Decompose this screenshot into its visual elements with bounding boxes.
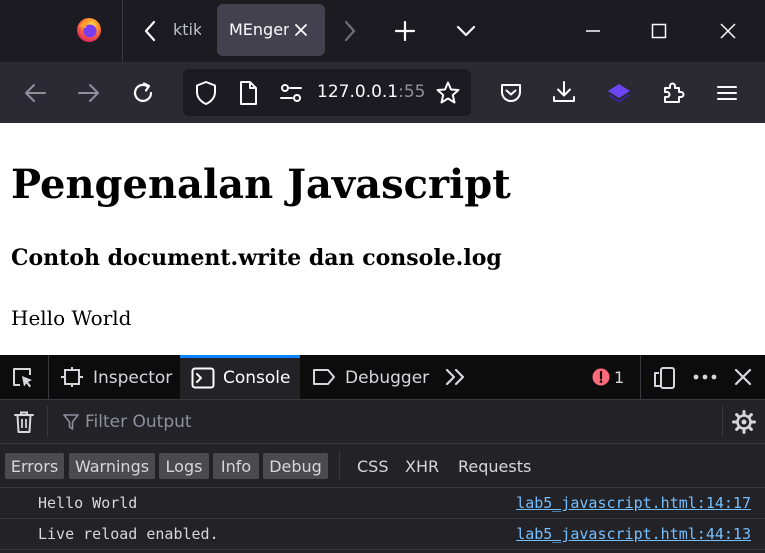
level-debug-button[interactable]: Debug xyxy=(263,453,328,479)
toolbar-separator xyxy=(47,406,48,437)
responsive-design-mode-icon[interactable] xyxy=(652,366,678,390)
debugger-icon[interactable] xyxy=(312,367,336,387)
tab-debugger[interactable]: Debugger xyxy=(345,368,429,388)
console-settings-gear-icon[interactable] xyxy=(731,409,757,435)
toolbar-separator xyxy=(339,450,340,481)
filter-css-button[interactable]: CSS xyxy=(357,453,388,479)
tab-scroll-right-icon[interactable] xyxy=(340,19,360,43)
error-count[interactable]: 1 xyxy=(614,368,624,387)
back-arrow-icon[interactable] xyxy=(22,81,48,105)
tab-strip: ktik MEngenal xyxy=(0,0,765,62)
filter-requests-button[interactable]: Requests xyxy=(458,453,531,479)
console-filter-toolbar xyxy=(0,400,765,444)
inspector-icon[interactable] xyxy=(61,367,83,387)
devtools-panel: Inspector Console Debugger 1 Filter Outp… xyxy=(0,355,765,553)
element-picker-icon[interactable] xyxy=(10,365,36,389)
console-level-toolbar: Errors Warnings Logs Info Debug CSS XHR … xyxy=(0,444,765,488)
window-close-icon[interactable] xyxy=(716,19,740,43)
url-bar[interactable]: 127.0.0.1:55 xyxy=(183,69,471,116)
log-message: Live reload enabled. xyxy=(38,525,219,543)
nav-bar: 127.0.0.1:55 xyxy=(0,62,765,123)
window-minimize-icon[interactable] xyxy=(581,19,605,43)
tab-separator xyxy=(122,0,123,62)
window-maximize-icon[interactable] xyxy=(647,19,671,43)
page-viewport: Pengenalan Javascript Contoh document.wr… xyxy=(0,123,765,355)
permissions-sliders-icon[interactable] xyxy=(279,82,303,104)
level-warnings-button[interactable]: Warnings xyxy=(69,453,155,479)
devtools-separator xyxy=(48,355,49,399)
page-subheading: Contoh document.write dan console.log xyxy=(11,245,502,271)
url-host: 127.0.0.1 xyxy=(317,82,399,102)
extension-layers-icon[interactable] xyxy=(605,80,633,106)
more-tools-chevrons-icon[interactable] xyxy=(444,367,468,387)
more-options-ellipsis-icon[interactable] xyxy=(692,367,718,387)
tab-partial-label[interactable]: ktik xyxy=(173,20,201,39)
tab-active[interactable]: MEngenal xyxy=(217,4,325,56)
filter-xhr-button[interactable]: XHR xyxy=(405,453,439,479)
firefox-logo-icon[interactable] xyxy=(76,17,102,43)
tab-scroll-left-icon[interactable] xyxy=(140,19,160,43)
level-info-button[interactable]: Info xyxy=(213,453,259,479)
log-source-link[interactable]: lab5_javascript.html:44:13 xyxy=(516,525,751,543)
tab-console[interactable]: Console xyxy=(180,355,300,399)
toolbar-separator xyxy=(722,406,723,437)
console-log-row: Hello World lab5_javascript.html:14:17 xyxy=(0,488,765,519)
clear-console-trash-icon[interactable] xyxy=(12,409,36,435)
filter-output-input[interactable] xyxy=(85,410,725,434)
error-count-icon[interactable] xyxy=(592,368,610,386)
hamburger-menu-icon[interactable] xyxy=(714,80,740,106)
url-port: :55 xyxy=(398,82,425,102)
page-info-document-icon[interactable] xyxy=(237,80,259,106)
console-prompt-icon xyxy=(191,367,215,389)
log-source-link[interactable]: lab5_javascript.html:14:17 xyxy=(516,494,751,512)
tab-close-icon[interactable] xyxy=(291,20,311,40)
close-devtools-icon[interactable] xyxy=(733,367,753,387)
bookmark-star-icon[interactable] xyxy=(435,80,461,106)
extensions-puzzle-icon[interactable] xyxy=(660,80,686,106)
level-logs-button[interactable]: Logs xyxy=(159,453,209,479)
page-paragraph: Hello World xyxy=(11,306,132,330)
tab-inspector[interactable]: Inspector xyxy=(93,368,172,388)
devtools-separator xyxy=(640,355,641,399)
filter-funnel-icon xyxy=(63,413,79,431)
level-errors-button[interactable]: Errors xyxy=(5,453,64,479)
page-heading: Pengenalan Javascript xyxy=(11,161,511,208)
url-text[interactable]: 127.0.0.1:55 xyxy=(317,82,425,102)
devtools-tab-bar: Inspector Console Debugger 1 xyxy=(0,355,765,400)
forward-arrow-icon[interactable] xyxy=(76,81,102,105)
pocket-icon[interactable] xyxy=(498,80,524,106)
tab-console-label: Console xyxy=(223,368,291,388)
log-message: Hello World xyxy=(38,494,138,512)
console-log-row: Live reload enabled. lab5_javascript.htm… xyxy=(0,519,765,550)
download-icon[interactable] xyxy=(551,79,577,105)
tab-active-label: MEngenal xyxy=(229,20,289,39)
tracking-protection-shield-icon[interactable] xyxy=(194,80,218,106)
new-tab-plus-icon[interactable] xyxy=(393,19,417,43)
list-tabs-chevron-down-icon[interactable] xyxy=(454,19,478,43)
reload-icon[interactable] xyxy=(130,80,156,106)
